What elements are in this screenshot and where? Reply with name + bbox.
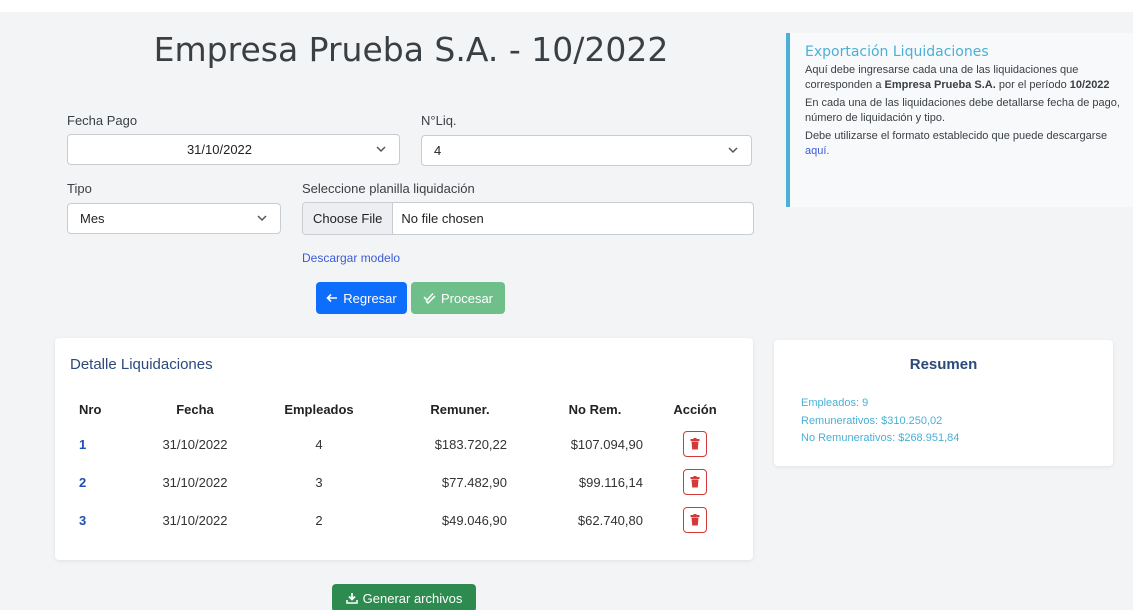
page-title: Empresa Prueba S.A. - 10/2022 — [153, 30, 669, 69]
row-norem: $62.740,80 — [577, 513, 643, 528]
header-remuner: Remuner. — [430, 402, 490, 417]
nliq-value: 4 — [434, 143, 442, 158]
row-remuner: $183.720,22 — [434, 437, 507, 452]
detalle-liquidaciones-card: Detalle Liquidaciones Nro Fecha Empleado… — [55, 338, 753, 560]
info-paragraph-3: Debe utilizarse el formato establecido q… — [805, 130, 1108, 157]
delete-button[interactable] — [683, 469, 707, 495]
info-title: Exportación Liquidaciones — [805, 44, 989, 60]
arrow-left-icon — [326, 293, 338, 303]
trash-icon — [690, 438, 700, 450]
header-norem: No Rem. — [568, 402, 622, 417]
procesar-label: Procesar — [440, 290, 494, 306]
resumen-empleados: Empleados: 9 — [801, 397, 869, 409]
row-nro[interactable]: 1 — [79, 437, 86, 452]
double-check-icon — [423, 292, 436, 304]
delete-button[interactable] — [683, 507, 707, 533]
descargar-modelo-link[interactable]: Descargar modelo — [302, 251, 400, 265]
tipo-value: Mes — [80, 211, 105, 226]
planilla-label: Seleccione planilla liquidación — [302, 181, 475, 196]
resumen-no-remunerativos: No Remunerativos: $268.951,84 — [801, 432, 960, 444]
header-fecha: Fecha — [176, 402, 214, 417]
fecha-pago-value: 31/10/2022 — [186, 142, 253, 157]
row-remuner: $49.046,90 — [441, 513, 507, 528]
chevron-down-icon — [257, 215, 267, 222]
delete-button[interactable] — [683, 431, 707, 457]
chevron-down-icon — [376, 146, 386, 153]
row-nro[interactable]: 3 — [79, 513, 86, 528]
header-accion: Acción — [673, 402, 717, 417]
resumen-card: Resumen Empleados: 9 Remunerativos: $310… — [774, 340, 1113, 466]
row-fecha: 31/10/2022 — [162, 513, 228, 528]
choose-file-button[interactable]: Choose File — [303, 203, 394, 234]
trash-icon — [690, 514, 700, 526]
planilla-file-input[interactable]: Choose File No file chosen — [302, 202, 754, 235]
info-paragraph-2: En cada una de las liquidaciones debe de… — [805, 97, 1120, 124]
fecha-pago-select[interactable]: 31/10/2022 — [67, 134, 400, 165]
table-row: 1 31/10/2022 4 $183.720,22 $107.094,90 — [55, 427, 753, 467]
row-norem: $99.116,14 — [578, 475, 643, 490]
no-file-text: No file chosen — [401, 211, 484, 226]
row-fecha: 31/10/2022 — [162, 475, 228, 490]
row-remuner: $77.482,90 — [441, 475, 507, 490]
fecha-pago-label: Fecha Pago — [67, 113, 138, 128]
nliq-label: N°Liq. — [421, 113, 457, 128]
generar-label: Generar archivos — [362, 590, 463, 606]
row-empleados: 4 — [315, 437, 323, 452]
header-nro: Nro — [79, 402, 102, 417]
info-paragraph-1: Aquí debe ingresarse cada una de las liq… — [805, 64, 1110, 91]
chevron-down-icon — [728, 147, 738, 154]
row-empleados: 3 — [315, 475, 323, 490]
descargar-aqui-link[interactable]: aquí. — [805, 145, 829, 157]
procesar-button[interactable]: Procesar — [411, 282, 505, 314]
table-row: 2 31/10/2022 3 $77.482,90 $99.116,14 — [55, 465, 753, 505]
regresar-label: Regresar — [343, 290, 397, 306]
resumen-title: Resumen — [909, 356, 978, 373]
resumen-remunerativos: Remunerativos: $310.250,02 — [801, 415, 943, 427]
detalle-title: Detalle Liquidaciones — [70, 356, 213, 373]
generar-archivos-button[interactable]: Generar archivos — [332, 584, 476, 610]
row-nro[interactable]: 2 — [79, 475, 86, 490]
trash-icon — [690, 476, 700, 488]
row-norem: $107.094,90 — [570, 437, 643, 452]
header-empleados: Empleados — [284, 402, 354, 417]
row-fecha: 31/10/2022 — [162, 437, 228, 452]
tipo-select[interactable]: Mes — [67, 203, 281, 234]
download-icon — [345, 593, 358, 604]
row-empleados: 2 — [315, 513, 323, 528]
info-panel: Exportación Liquidaciones Aquí debe ingr… — [786, 33, 1133, 207]
tipo-label: Tipo — [67, 181, 92, 196]
table-row: 3 31/10/2022 2 $49.046,90 $62.740,80 — [55, 503, 753, 543]
nliq-select[interactable]: 4 — [421, 135, 752, 166]
regresar-button[interactable]: Regresar — [316, 282, 407, 314]
